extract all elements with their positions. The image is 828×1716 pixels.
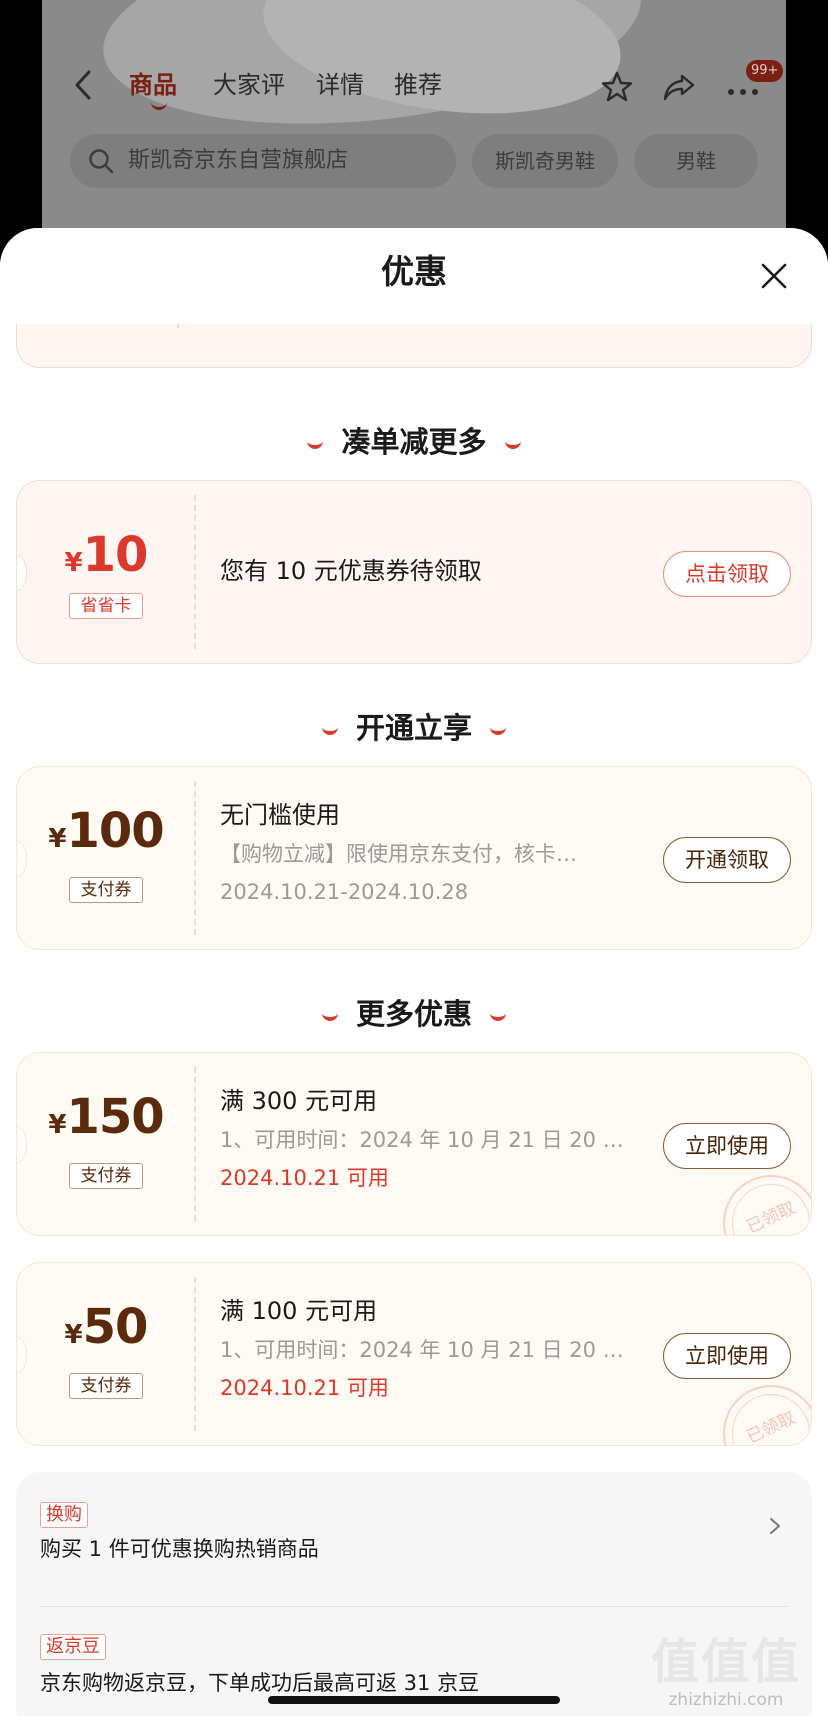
coupon-amount: ¥50 [64,1299,149,1355]
share-icon[interactable] [662,70,696,104]
coupon-type-tag: 支付券 [69,1163,143,1189]
active-tab-indicator [151,102,167,110]
coupon-card-savings: ¥10 省省卡 您有 10 元优惠券待领取 点击领取 [16,480,812,664]
coupon-title: 您有 10 元优惠券待领取 [220,557,482,585]
coupon-type-tag: 支付券 [69,877,143,903]
section-header-activate: 开通立享 [0,708,828,748]
tab-details[interactable]: 详情 [316,70,364,100]
activate-claim-button[interactable]: 开通领取 [663,837,791,883]
coupon-title: 满 300 元可用 [220,1087,378,1115]
sheet-header: 优惠 [0,228,828,324]
use-now-button[interactable]: 立即使用 [663,1123,791,1169]
jingdou-text: 京东购物返京豆，下单成功后最高可返 31 京豆 [40,1671,480,1695]
home-indicator[interactable] [268,1696,560,1704]
jingdou-tag: 返京豆 [40,1634,106,1660]
tab-recommend[interactable]: 推荐 [394,70,442,100]
coupon-type-tag: 支付券 [69,1373,143,1399]
smile-decoration-icon [307,440,324,449]
use-now-button[interactable]: 立即使用 [663,1333,791,1379]
site-watermark: 值值值 zhizhizhi.com [626,1636,826,1710]
coupon-title: 满 100 元可用 [220,1297,378,1325]
smile-decoration-icon [490,726,506,735]
message-count-badge: 99+ [746,60,784,82]
coupon-amount: ¥100 [48,803,164,859]
coupon-card-no-threshold: ¥100 支付券 无门槛使用 【购物立减】限使用京东支付，核卡… 2024.10… [16,766,812,950]
claimed-stamp: 已领取 [723,1175,811,1235]
search-icon [88,148,114,174]
smile-decoration-icon [504,440,521,449]
divider [40,1606,788,1607]
coupon-title: 无门槛使用 [220,801,340,829]
product-nav-bar: 商品 大家评 详情 推荐 [0,62,828,112]
store-search-bar[interactable]: 斯凯奇京东自营旗舰店 [70,134,456,188]
back-arrow-icon[interactable] [72,68,94,108]
search-query-text: 斯凯奇京东自营旗舰店 [128,148,349,173]
coupon-description: 【购物立减】限使用京东支付，核卡… [220,842,577,866]
star-icon[interactable] [600,70,634,104]
claimed-stamp: 已领取 [723,1385,811,1445]
search-chip-mens-shoes[interactable]: 男鞋 [634,134,758,188]
claim-button[interactable]: 点击领取 [663,551,791,597]
coupon-validity-date: 2024.10.21 可用 [220,1376,389,1400]
smile-decoration-icon [490,1012,506,1021]
trade-in-tag: 换购 [40,1502,88,1528]
section-header-more: 更多优惠 [0,994,828,1034]
discount-sheet: 优惠 凑单减更多 ¥10 省省卡 您有 10 元优惠券待领取 点击领取 开通立享… [0,228,828,1716]
coupon-amount: ¥10 [64,527,149,583]
coupon-amount: ¥150 [48,1089,164,1145]
smile-decoration-icon [321,726,338,735]
section-header-bundle: 凑单减更多 [0,422,828,462]
coupon-type-tag: 省省卡 [69,593,143,619]
coupon-validity-date: 2024.10.21-2024.10.28 [220,880,469,904]
search-chip-mens-skechers[interactable]: 斯凯奇男鞋 [472,134,618,188]
close-icon[interactable] [760,262,788,290]
coupon-description: 1、可用时间：2024 年 10 月 21 日 20 点… [220,1128,640,1152]
tab-reviews[interactable]: 大家评 [213,70,285,100]
trade-in-text[interactable]: 购买 1 件可优惠换购热销商品 [40,1534,319,1564]
watermark-logo: 值值值 [650,1634,801,1690]
smile-decoration-icon [321,1012,338,1021]
coupon-card-150: ¥150 支付券 满 300 元可用 1、可用时间：2024 年 10 月 21… [16,1052,812,1236]
watermark-url: zhizhizhi.com [668,1690,784,1710]
coupon-description: 1、可用时间：2024 年 10 月 21 日 20 点… [220,1338,640,1362]
coupon-card-50: ¥50 支付券 满 100 元可用 1、可用时间：2024 年 10 月 21 … [16,1262,812,1446]
background-product-page: 商品 大家评 详情 推荐 99+ 斯凯奇京东自营旗舰店 斯凯奇男鞋 男鞋 [0,0,828,260]
chevron-right-icon[interactable] [768,1516,782,1536]
tab-product[interactable]: 商品 [129,70,177,100]
product-image [42,0,786,260]
sheet-title: 优惠 [381,252,447,291]
coupon-validity-date: 2024.10.21 可用 [220,1166,389,1190]
